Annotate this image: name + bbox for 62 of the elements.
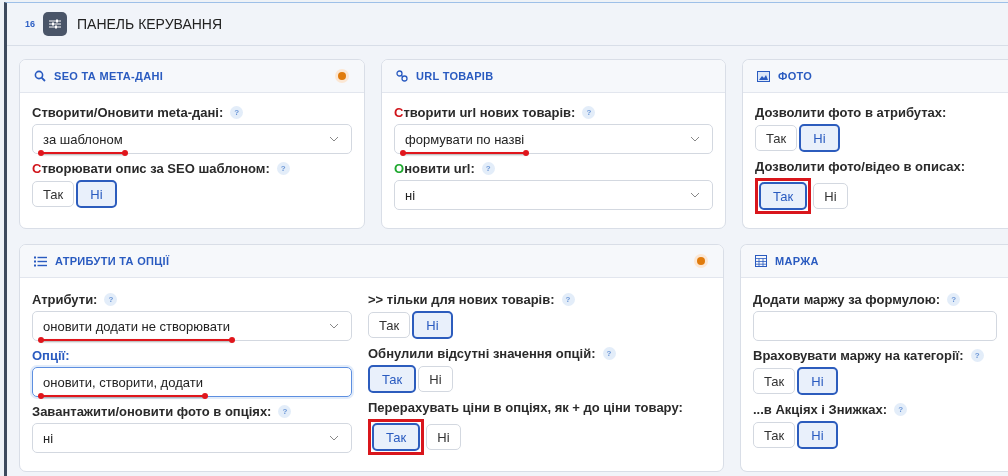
toggle-option[interactable]: Ні [418,366,453,392]
field-label: Додати маржу за формулою: [753,292,941,307]
chevron-down-icon [329,323,339,329]
toggle-option[interactable]: Так [753,422,796,448]
search-icon [34,70,46,82]
toggle-option[interactable]: Так [753,368,796,394]
dropdown[interactable]: ні [394,180,713,210]
card-title: SEO ТА МЕТА-ДАНІ [54,70,165,82]
field-label: Завантажити/оновити фото в опціях: [32,404,272,419]
image-icon [757,70,770,82]
field-label: Створити/Оновити meta-дані: [32,105,224,120]
toggle-option[interactable]: Ні [412,311,453,339]
field-label: ...в Акціях і Знижках: [753,402,888,417]
dropdown[interactable]: ні [32,423,352,453]
dropdown[interactable]: оновити додати не створювати [32,311,352,341]
chevron-down-icon [329,136,339,142]
field-label: Дозволити фото в атрибутах: [755,105,947,120]
card-title: МАРЖА [775,255,820,267]
card-title: АТРИБУТИ ТА ОПЦІЇ [55,255,171,267]
input-field[interactable]: оновити, створити, додати [32,367,352,397]
chevron-down-icon [690,192,700,198]
list-icon [34,255,47,267]
toggle-option[interactable]: Так [32,181,75,207]
field-label: Враховувати маржу на категорії: [753,348,964,363]
toggle-option[interactable]: Так [372,423,421,451]
field-value: оновити додати не створювати [43,318,230,334]
toggle-option[interactable]: Ні [797,421,838,449]
field-label: Опції: [32,348,70,363]
dropdown[interactable]: формувати по назві [394,124,713,154]
field-label: Створювати опис за SEO шаблоном: [32,161,270,176]
toggle-option[interactable]: Ні [799,124,840,152]
link-icon [396,70,408,82]
field-value: ні [405,187,416,203]
calculator-icon [755,255,767,267]
sliders-icon [43,12,67,36]
toggle-option[interactable]: Ні [426,424,461,450]
toggle-option[interactable]: Так [755,125,798,151]
panel-number: 16 [25,19,35,29]
chevron-down-icon [690,136,700,142]
field-label: Атрибути: [32,292,98,307]
toggle-option[interactable]: Ні [797,367,838,395]
toggle-option[interactable]: Так [759,182,808,210]
field-label: Створити url нових товарів: [394,105,576,120]
field-label: >> тільки для нових товарів: [368,292,555,307]
field-value: оновити, створити, додати [43,374,203,390]
chevron-down-icon [329,435,339,441]
field-label: Оновити url: [394,161,475,176]
card-title: ФОТО [778,70,814,82]
card-title: URL ТОВАРІВ [416,70,495,82]
toggle-option[interactable]: Ні [813,183,848,209]
panel-title: ПАНЕЛЬ КЕРУВАННЯ [77,16,223,32]
toggle-option[interactable]: Так [368,312,411,338]
field-value: за шаблоном [43,131,123,147]
toggle-option[interactable]: Так [368,365,417,393]
field-label: Перерахувать ціни в опціях, як + до ціни товару: [368,400,683,415]
input-field[interactable] [753,311,997,341]
field-value: ні [43,430,54,446]
field-label: Дозволити фото/відео в описах: [755,159,966,174]
dropdown[interactable]: за шаблоном [32,124,352,154]
field-label: Обнулили відсутні значення опцій: [368,346,596,361]
toggle-option[interactable]: Ні [76,180,117,208]
field-value: формувати по назві [405,131,525,147]
